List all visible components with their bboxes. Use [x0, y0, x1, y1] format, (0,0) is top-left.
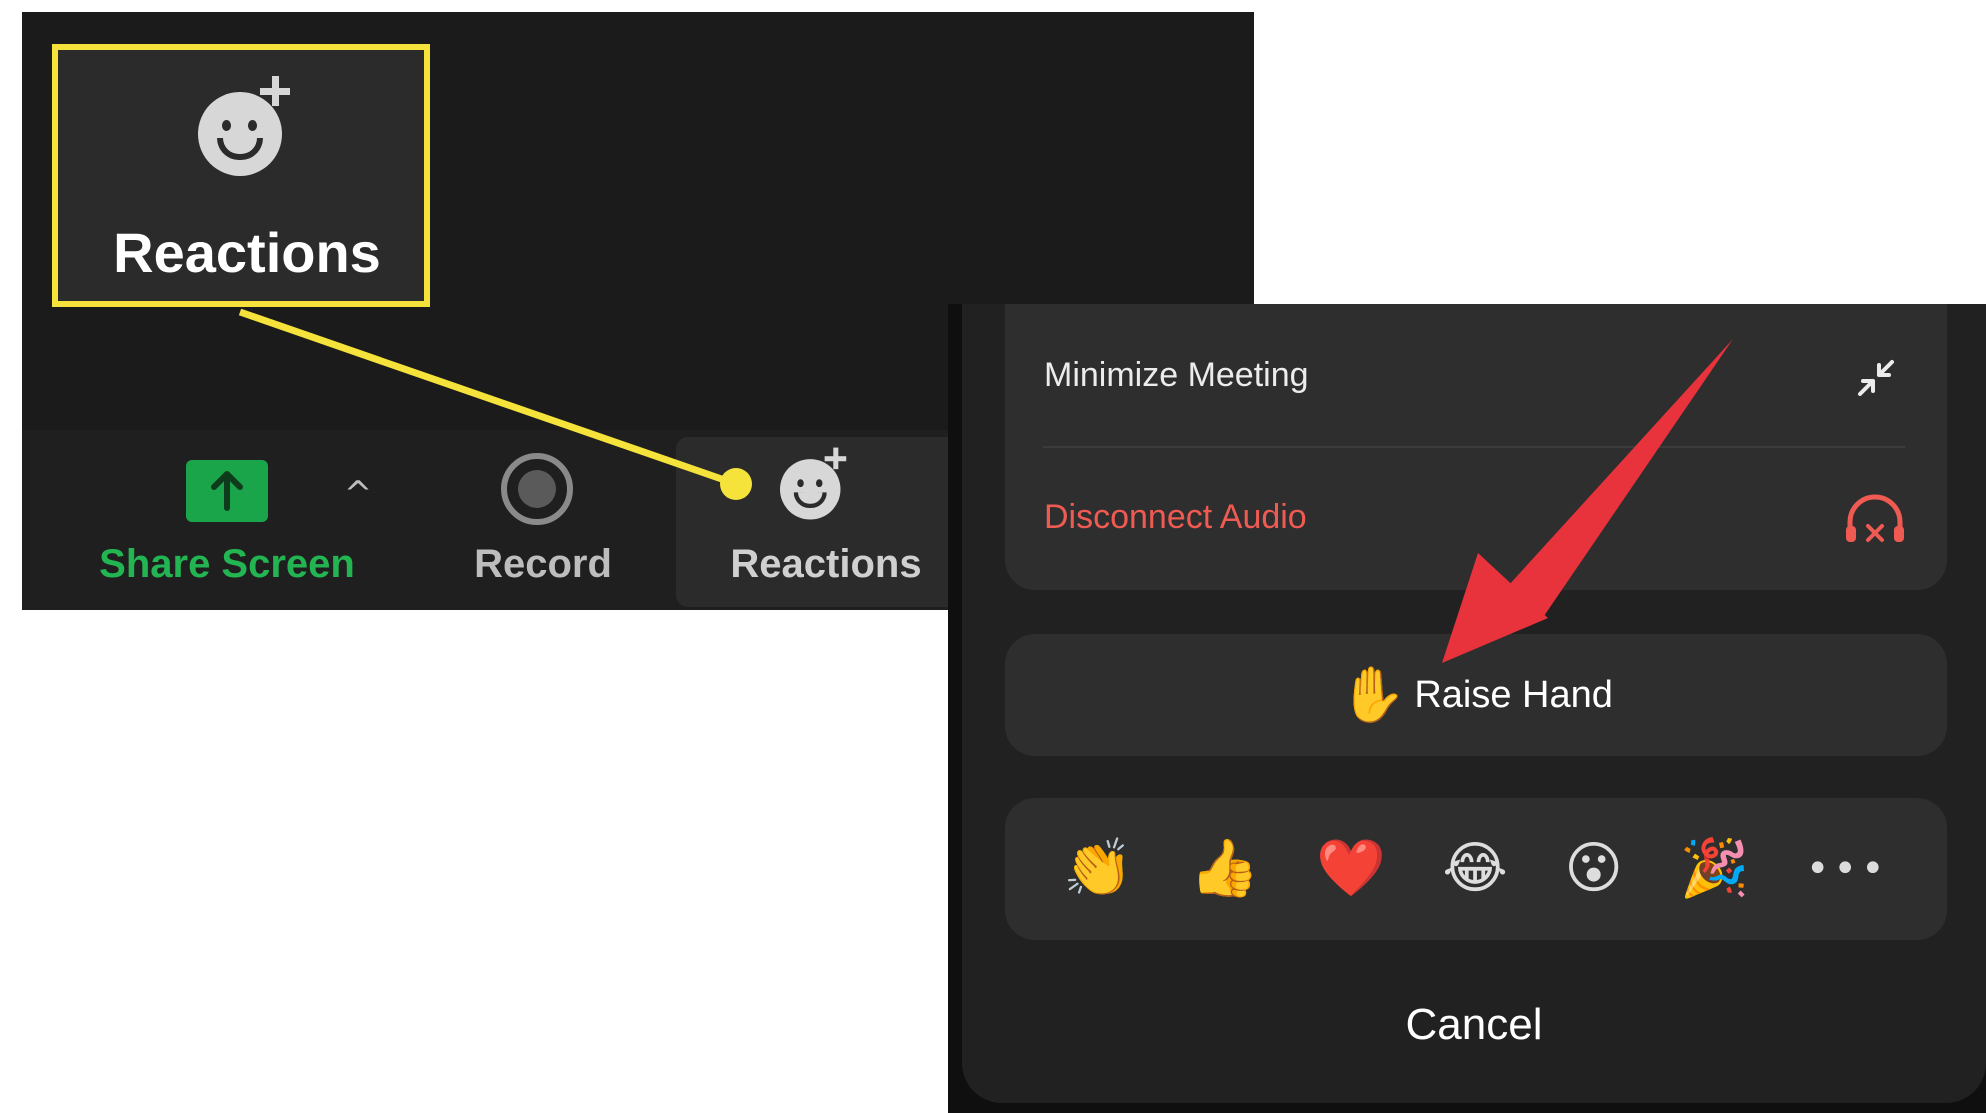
raise-hand-button[interactable]: ✋ Raise Hand	[1005, 634, 1947, 756]
share-options-caret[interactable]: ^	[338, 474, 378, 514]
party-popper-emoji-icon[interactable]: 🎉	[1679, 841, 1749, 897]
laughing-emoji-icon[interactable]: 😂	[1442, 841, 1507, 897]
up-arrow-icon	[211, 471, 243, 511]
minimize-arrows-icon[interactable]	[1852, 354, 1900, 402]
headphones-x-icon[interactable]	[1842, 492, 1908, 548]
minimize-meeting-item[interactable]: Minimize Meeting	[1044, 356, 1309, 395]
clap-emoji-icon[interactable]: 👏	[1063, 841, 1133, 897]
emoji-reactions-row: 👏 👍 ❤️ 😂 😮 🎉 •••	[1005, 798, 1947, 940]
raise-hand-label: Raise Hand	[1414, 673, 1613, 716]
heart-emoji-icon[interactable]: ❤️	[1316, 841, 1386, 897]
smiley-plus-icon	[198, 76, 294, 176]
surprised-emoji-icon[interactable]: 😮	[1564, 841, 1622, 897]
more-reactions-button[interactable]: •••	[1806, 846, 1889, 892]
disconnect-audio-item[interactable]: Disconnect Audio	[1044, 498, 1307, 537]
menu-divider	[1043, 446, 1905, 448]
cancel-button[interactable]: Cancel	[962, 1000, 1986, 1050]
record-icon[interactable]	[501, 453, 573, 525]
raised-hand-icon: ✋	[1339, 663, 1407, 726]
reactions-zoom-callout: Reactions	[52, 44, 430, 307]
share-screen-button[interactable]	[186, 460, 268, 522]
thumbs-up-emoji-icon[interactable]: 👍	[1190, 841, 1260, 897]
reactions-label[interactable]: Reactions	[676, 542, 976, 587]
reactions-callout-label: Reactions	[113, 221, 381, 284]
smiley-plus-icon	[780, 447, 849, 520]
share-screen-label[interactable]: Share Screen	[92, 542, 362, 587]
record-label[interactable]: Record	[458, 542, 628, 587]
